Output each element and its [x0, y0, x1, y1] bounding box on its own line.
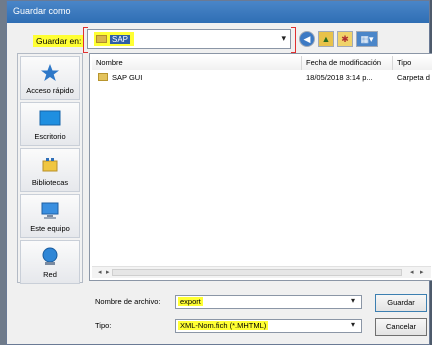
folder-icon [96, 35, 107, 43]
scroll-left-icon[interactable]: ◂ [98, 268, 102, 276]
place-label: Red [43, 270, 57, 279]
column-header-date[interactable]: Fecha de modificación [302, 56, 393, 70]
item-date: 18/05/2018 3:14 p... [306, 73, 373, 82]
up-folder-icon[interactable]: ▲ [318, 31, 334, 47]
place-this-pc[interactable]: Este equipo [20, 194, 80, 238]
view-menu-icon[interactable]: ▦▾ [356, 31, 378, 47]
chevron-down-icon[interactable]: ▾ [351, 320, 355, 329]
place-label: Este equipo [30, 224, 70, 233]
chevron-down-icon[interactable]: ▾ [281, 33, 286, 44]
filename-label: Nombre de archivo: [95, 297, 161, 306]
new-folder-icon[interactable]: ✱ [337, 31, 353, 47]
column-header-name[interactable]: Nombre [92, 56, 302, 70]
place-label: Bibliotecas [31, 178, 69, 187]
file-type-dropdown[interactable]: XML-Nom.fich (*.MHTML) ▾ [175, 319, 362, 333]
cancel-button[interactable]: Cancelar [375, 318, 427, 336]
type-label: Tipo: [95, 321, 112, 330]
title-bar: Guardar como [7, 1, 429, 23]
desktop-icon [39, 110, 61, 126]
network-icon [42, 247, 58, 265]
libraries-icon [42, 158, 58, 172]
computer-icon [41, 202, 59, 219]
save-in-label: Guardar en: [33, 35, 85, 47]
filename-value: export [178, 297, 203, 306]
place-label: Escritorio [34, 132, 66, 141]
window-title: Guardar como [13, 6, 71, 16]
places-bar: Acceso rápido Escritorio Bibliotecas Est… [17, 53, 83, 284]
item-type: Carpeta d [397, 73, 430, 82]
place-label: Acceso rápido [26, 86, 74, 95]
navigation-toolbar: ◀ ▲ ✱ ▦▾ [299, 31, 378, 47]
scroll-right-icon[interactable]: ▸ [420, 268, 424, 276]
back-icon[interactable]: ◀ [299, 31, 315, 47]
scroll-left-end-icon[interactable]: ◂ [410, 268, 414, 276]
place-quick-access[interactable]: Acceso rápido [20, 56, 80, 100]
current-folder-selection: SAP [94, 32, 135, 46]
place-network[interactable]: Red [20, 240, 80, 284]
chevron-down-icon[interactable]: ▾ [351, 296, 355, 305]
scroll-right-small-icon[interactable]: ▸ [106, 268, 110, 276]
place-libraries[interactable]: Bibliotecas [20, 148, 80, 192]
file-type-value: XML-Nom.fich (*.MHTML) [178, 321, 269, 330]
save-button[interactable]: Guardar [375, 294, 427, 312]
file-list[interactable]: Nombre Fecha de modificación Tipo SAP GU… [89, 53, 432, 281]
star-icon [41, 64, 59, 81]
list-item[interactable]: SAP GUI 18/05/2018 3:14 p... Carpeta d [94, 72, 432, 84]
item-name: SAP GUI [112, 73, 143, 82]
folder-icon [98, 73, 108, 81]
save-as-dialog: Guardar como Guardar en: SAP ▾ ◀ ▲ ✱ ▦▾ … [6, 0, 432, 345]
column-header-type[interactable]: Tipo [393, 56, 432, 70]
place-desktop[interactable]: Escritorio [20, 102, 80, 146]
horizontal-scrollbar[interactable]: ◂ ▸ ◂ ▸ [92, 266, 431, 278]
scroll-thumb[interactable] [112, 269, 402, 276]
save-in-dropdown[interactable]: SAP ▾ [87, 29, 291, 49]
highlight-bracket-right [291, 27, 296, 53]
current-folder-name: SAP [110, 34, 131, 44]
filename-field[interactable]: export ▾ [175, 295, 362, 309]
